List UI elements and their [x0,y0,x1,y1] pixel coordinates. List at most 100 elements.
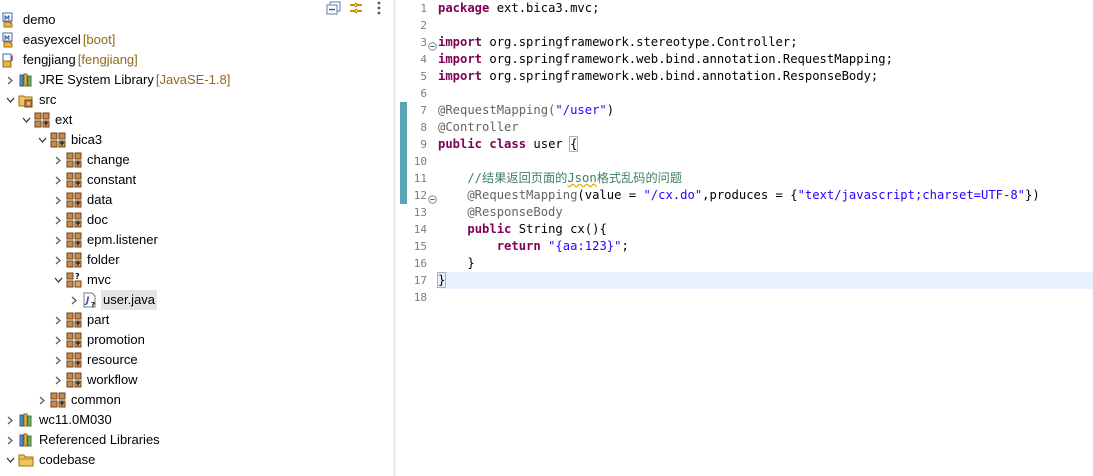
tree-item-label: promotion [87,332,145,347]
tree-item-ext[interactable]: ext [20,110,74,130]
tree-item-constant[interactable]: constant [52,170,138,190]
tree-item-part[interactable]: part [52,310,111,330]
code-line[interactable]: import org.springframework.web.bind.anno… [438,51,1093,68]
code-line[interactable]: public class user { [438,136,1093,153]
code-line[interactable] [438,17,1093,34]
package-icon [66,192,82,208]
collapse-all-icon[interactable] [326,1,342,15]
tree-item-workflow[interactable]: workflow [52,370,140,390]
code-line[interactable]: } [438,255,1093,272]
package-icon [66,172,82,188]
tree-item-demo[interactable]: M Jdemo [0,10,58,30]
link-with-editor-icon[interactable] [348,1,364,15]
chevron-right-icon[interactable] [52,230,64,250]
code-token: user [526,137,571,151]
tree-item-src[interactable]: src [4,90,58,110]
tree-item-label: mvc [87,272,111,287]
maven-project-icon: MJ [2,32,18,48]
line-number: 2 [420,19,427,32]
package-icon [66,312,82,328]
svg-text:M: M [4,15,10,22]
fold-toggle-icon[interactable] [428,191,437,204]
code-line[interactable]: import org.springframework.web.bind.anno… [438,68,1093,85]
tree-item-label: workflow [87,372,138,387]
code-line[interactable]: @ResponseBody [438,204,1093,221]
tree-item-label: folder [87,252,120,267]
line-number: 17 [413,274,427,287]
code-token: class [489,137,527,151]
tree-item-folder[interactable]: folder [52,250,122,270]
line-number: 8 [420,121,427,134]
code-token: (value = [577,188,644,202]
tree-item-easyexcel[interactable]: M Jeasyexcel [boot] [0,30,115,50]
tree-item-change[interactable]: change [52,150,132,170]
chevron-down-icon[interactable] [52,270,64,290]
code-editor[interactable]: 1 2 3 4 5 6 7 8 9 10 11 12 13 14 15 16 17 18 package ext.… [396,0,1093,476]
code-token: { [569,136,579,152]
tree-item-label: constant [87,172,137,187]
tree-item-resource[interactable]: resource [52,350,140,370]
chevron-down-icon[interactable] [36,130,48,150]
code-token: @Controller [438,120,519,134]
svg-text:?: ? [91,301,95,308]
code-token: org.springframework.web.bind.annotation.… [482,69,879,83]
code-token: ; [621,239,629,253]
code-line[interactable]: import org.springframework.stereotype.Co… [438,34,1093,51]
tree-item-referenced-libraries[interactable]: Referenced Libraries [4,430,162,450]
tree-item-common[interactable]: common [36,390,123,410]
view-menu-icon[interactable] [376,1,392,15]
tree-item-doc[interactable]: doc [52,210,110,230]
tree-item-user-java[interactable]: J? user.java [68,290,158,310]
code-line[interactable]: return "{aa:123}"; [438,238,1093,255]
code-token: public [467,222,512,236]
chevron-right-icon[interactable] [4,410,16,430]
line-number: 6 [420,87,427,100]
tree-item-wc11-0m030[interactable]: wc11.0M030 [4,410,114,430]
chevron-down-icon[interactable] [20,110,32,130]
code-line[interactable]: @RequestMapping(value = "/cx.do",produce… [438,187,1093,204]
chevron-right-icon[interactable] [52,150,64,170]
tree-item-fengjiang[interactable]: Jfengjiang [fengjiang] [0,50,138,70]
chevron-right-icon[interactable] [52,310,64,330]
code-line[interactable]: @Controller [438,119,1093,136]
code-line[interactable] [438,289,1093,306]
chevron-down-icon[interactable] [4,90,16,110]
chevron-right-icon[interactable] [52,350,64,370]
code-line[interactable]: public String cx(){ [438,221,1093,238]
chevron-right-icon[interactable] [52,190,64,210]
package-explorer: M Jdemo M Jeasyexcel [boot] Jfengjiang [feng… [0,0,393,476]
chevron-right-icon[interactable] [52,210,64,230]
code-line[interactable] [438,85,1093,102]
tree-item-bica3[interactable]: bica3 [36,130,104,150]
code-line[interactable] [438,153,1093,170]
chevron-right-icon[interactable] [52,330,64,350]
code-line[interactable]: //结果返回页面的Json格式乱码的问题 [438,170,1093,187]
tree-item-data[interactable]: data [52,190,114,210]
chevron-right-icon[interactable] [52,370,64,390]
chevron-right-icon[interactable] [4,70,16,90]
chevron-right-icon[interactable] [36,390,48,410]
code-line[interactable]: @RequestMapping("/user") [438,102,1093,119]
code-line[interactable]: } [436,272,1093,289]
chevron-right-icon[interactable] [52,170,64,190]
fold-toggle-icon[interactable] [428,38,437,51]
chevron-right-icon[interactable] [68,290,80,310]
code-token: org.springframework.web.bind.annotation.… [482,52,893,66]
tree-item-promotion[interactable]: promotion [52,330,147,350]
chevron-right-icon[interactable] [4,430,16,450]
svg-text:J: J [10,16,13,23]
chevron-right-icon[interactable] [52,250,64,270]
tree-item-mvc[interactable]: ? mvc [52,270,113,290]
code-token: import [438,69,483,83]
maven-project-icon: MJ [2,12,18,28]
tree-item-codebase[interactable]: codebase [4,450,97,470]
package-icon [66,152,82,168]
tree-item-jre-system-library[interactable]: JRE System Library [JavaSE-1.8] [4,70,230,90]
chevron-down-icon[interactable] [4,450,16,470]
code-line[interactable]: package ext.bica3.mvc; [438,0,1093,17]
svg-text:?: ? [75,272,80,281]
java-file-icon: J? [82,292,98,308]
tree-item-epm-listener[interactable]: epm.listener [52,230,160,250]
